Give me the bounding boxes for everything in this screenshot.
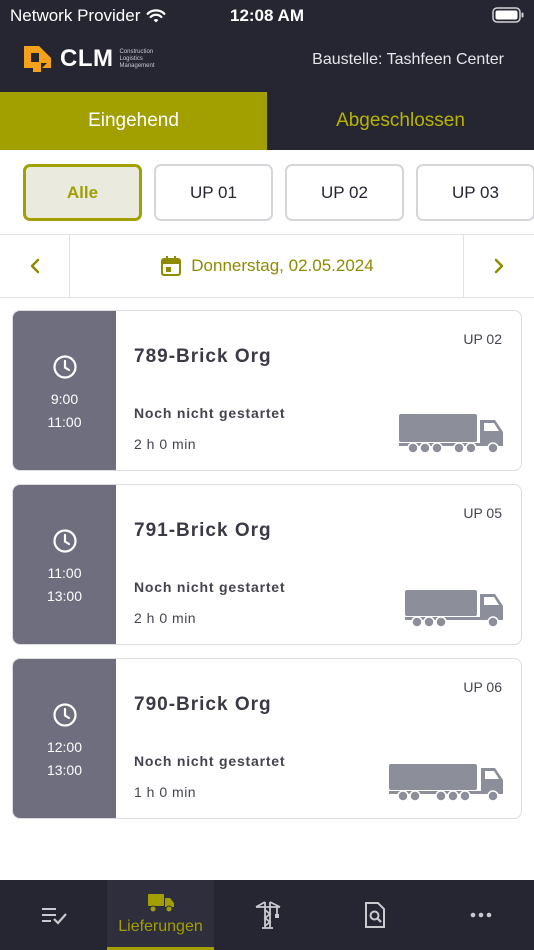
current-date: Donnerstag, 02.05.2024 — [191, 256, 374, 275]
logo-subtitle: Construction Logistics Management — [119, 49, 169, 70]
nav-documents[interactable] — [321, 880, 428, 950]
nav-lieferungen[interactable]: Lieferungen — [107, 880, 214, 950]
truck-icon — [405, 590, 503, 628]
next-day-button[interactable] — [463, 235, 534, 297]
semi-truck-icon — [389, 764, 503, 802]
clock-icon — [53, 355, 77, 379]
delivery-status: Noch nicht gestartet — [134, 405, 286, 421]
filter-chip-up02[interactable]: UP 02 — [285, 164, 404, 221]
more-icon — [470, 912, 492, 918]
delivery-status: Noch nicht gestartet — [134, 753, 286, 769]
document-search-icon — [364, 902, 385, 928]
checklist-icon — [41, 908, 67, 925]
delivery-card[interactable]: 9:00 11:00 789-Brick Org UP 02 Noch nich… — [12, 310, 522, 471]
nav-checklist[interactable] — [0, 880, 107, 950]
status-bar: Network Provider 12:08 AM — [0, 0, 534, 32]
logo-subtitle-line: Management — [119, 62, 155, 69]
delivery-title: 790-Brick Org — [134, 694, 272, 715]
app-header: CLM Construction Logistics Management Ba… — [0, 32, 534, 92]
bottom-navigation: Lieferungen — [0, 880, 534, 950]
carrier-indicator: Network Provider — [10, 6, 166, 26]
delivery-duration: 2 h 0 min — [134, 610, 197, 626]
delivery-card[interactable]: 11:00 13:00 791-Brick Org UP 05 Noch nic… — [12, 484, 522, 645]
delivery-duration: 1 h 0 min — [134, 784, 197, 800]
delivery-unloading-point: UP 05 — [463, 505, 502, 521]
construction-site-label[interactable]: Baustelle: Tashfeen Center — [312, 51, 504, 69]
delivery-unloading-point: UP 06 — [463, 679, 502, 695]
clm-logo: CLM Construction Logistics Management — [22, 43, 169, 75]
delivery-time-panel: 9:00 11:00 — [13, 311, 116, 470]
logo-text: CLM — [60, 45, 114, 72]
date-picker[interactable]: Donnerstag, 02.05.2024 — [70, 235, 463, 297]
clock-icon — [53, 529, 77, 553]
delivery-duration: 2 h 0 min — [134, 436, 197, 452]
delivery-title: 791-Brick Org — [134, 520, 272, 541]
delivery-card[interactable]: 12:00 13:00 790-Brick Org UP 06 Noch nic… — [12, 658, 522, 819]
delivery-tabs: Eingehend Abgeschlossen — [0, 92, 534, 150]
delivery-end-time: 13:00 — [46, 588, 83, 604]
delivery-start-time: 11:00 — [47, 565, 82, 581]
previous-day-button[interactable] — [0, 235, 70, 297]
delivery-start-time: 12:00 — [46, 739, 83, 755]
truck-trailer-icon — [399, 414, 503, 454]
date-navigator: Donnerstag, 02.05.2024 — [0, 234, 534, 298]
delivery-end-time: 13:00 — [46, 762, 83, 778]
delivery-title: 789-Brick Org — [134, 346, 272, 367]
nav-lieferungen-label: Lieferungen — [118, 917, 203, 935]
logo-subtitle-line: Construction — [119, 48, 154, 55]
tab-eingehend[interactable]: Eingehend — [0, 92, 267, 150]
clm-logo-icon — [24, 46, 51, 72]
nav-crane[interactable] — [214, 880, 321, 950]
filter-chip-alle[interactable]: Alle — [23, 164, 142, 221]
delivery-end-time: 11:00 — [47, 414, 82, 430]
logo-subtitle-line: Logistics — [119, 55, 143, 62]
chevron-left-icon — [30, 258, 39, 274]
battery-icon — [492, 7, 524, 23]
delivery-truck-icon — [147, 893, 174, 912]
chevron-right-icon — [494, 258, 504, 274]
delivery-status: Noch nicht gestartet — [134, 579, 286, 595]
filter-chip-up01[interactable]: UP 01 — [154, 164, 273, 221]
filter-chip-up03[interactable]: UP 03 — [416, 164, 534, 221]
delivery-start-time: 9:00 — [50, 391, 79, 407]
delivery-time-panel: 11:00 13:00 — [13, 485, 116, 644]
crane-icon — [255, 901, 280, 929]
delivery-unloading-point: UP 02 — [463, 331, 502, 347]
clock-icon — [53, 703, 77, 727]
nav-more[interactable] — [428, 880, 534, 950]
carrier-label: Network Provider — [10, 6, 141, 25]
wifi-icon — [146, 8, 166, 22]
delivery-time-panel: 12:00 13:00 — [13, 659, 116, 818]
filter-chips: Alle UP 01 UP 02 UP 03 — [23, 164, 534, 222]
tab-abgeschlossen[interactable]: Abgeschlossen — [267, 92, 534, 150]
calendar-icon — [161, 256, 182, 276]
